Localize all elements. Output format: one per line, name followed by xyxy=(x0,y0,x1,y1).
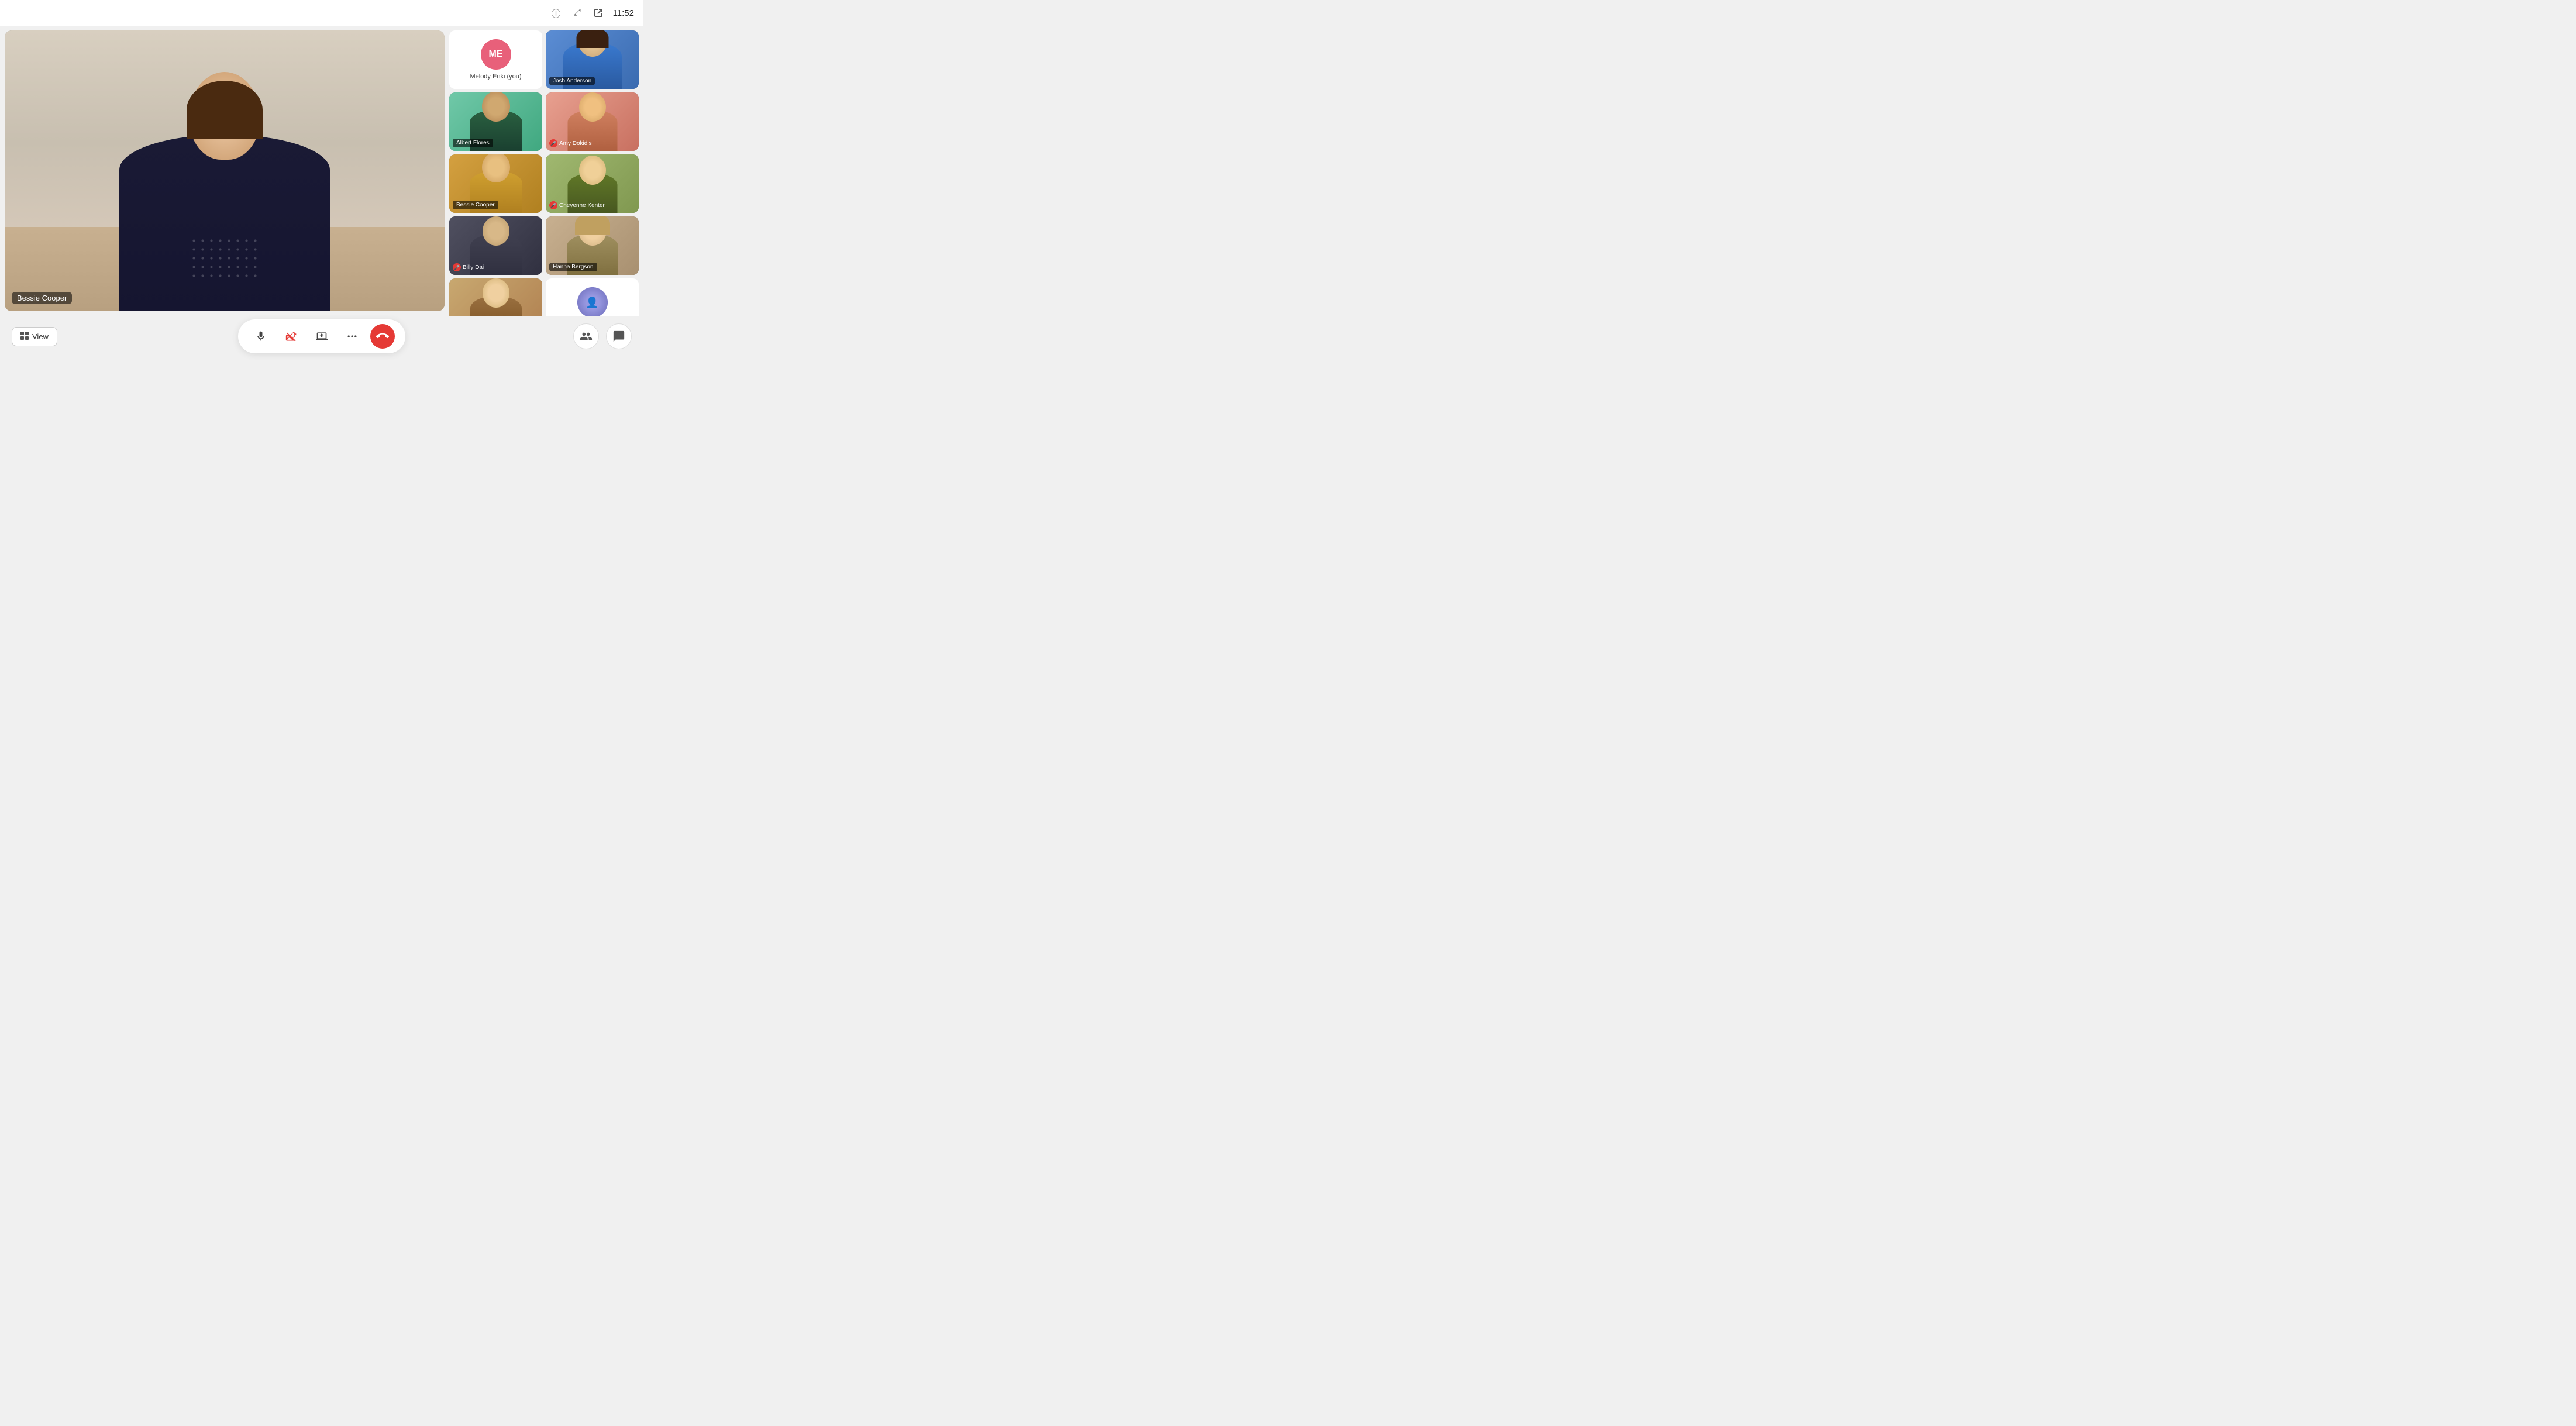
participant-melody-enki[interactable]: ME Melody Enki (you) xyxy=(449,30,542,89)
cheyenne-muted-overlay: 🎤 Cheyenne Kenter xyxy=(549,201,605,209)
melody-name: Melody Enki (you) xyxy=(470,73,521,80)
clock: 11:52 xyxy=(613,8,634,18)
amy-tile-label: Amy Dokidis xyxy=(559,140,592,147)
mic-button[interactable] xyxy=(249,324,273,349)
participant-hanna-bergson[interactable]: Hanna Bergson xyxy=(546,216,639,275)
sidebar: ME Melody Enki (you) Josh Anderson xyxy=(445,26,643,316)
josh-tile-label: Josh Anderson xyxy=(549,77,595,85)
billy-muted-icon: 🎤 xyxy=(453,263,461,271)
cheyenne-muted-icon: 🎤 xyxy=(549,201,557,209)
participant-albert-flores[interactable]: Albert Flores xyxy=(449,92,542,151)
info-icon[interactable]: ⓘ xyxy=(550,6,563,19)
participants-row-4: 🎤 Billy Dai Hanna Bergson xyxy=(449,216,639,275)
albert-tile-label: Albert Flores xyxy=(453,139,493,147)
bottom-left: View xyxy=(12,327,57,346)
participant-cheyenne-kenter-avatar[interactable]: 👤 🎤 Cheyenne Kenter xyxy=(546,278,639,316)
main-layout: Bessie Cooper ME Melody Enki (you) Jos xyxy=(0,26,643,316)
share-screen-button[interactable] xyxy=(309,324,334,349)
participant-billy-dai[interactable]: 🎤 Billy Dai xyxy=(449,216,542,275)
participants-row-2: Albert Flores 🎤 Amy Dokidis xyxy=(449,92,639,151)
participant-cheyenne-kenter-video[interactable]: 🎤 Cheyenne Kenter xyxy=(546,154,639,213)
participants-button[interactable] xyxy=(573,323,599,349)
chat-button[interactable] xyxy=(606,323,632,349)
view-button[interactable]: View xyxy=(12,327,57,346)
melody-avatar: ME xyxy=(481,39,511,70)
main-video-speaker-label: Bessie Cooper xyxy=(12,292,72,304)
camera-button[interactable] xyxy=(279,324,304,349)
amy-muted-overlay: 🎤 Amy Dokidis xyxy=(549,139,592,147)
bessie-tile-label: Bessie Cooper xyxy=(453,201,498,209)
billy-muted-overlay: 🎤 Billy Dai xyxy=(453,263,484,271)
participant-bessie-cooper[interactable]: Bessie Cooper xyxy=(449,154,542,213)
participants-row-3: Bessie Cooper 🎤 Cheyenne Kenter xyxy=(449,154,639,213)
kathryn-tile-bg xyxy=(449,278,542,316)
participants-row-5: Kathryn Murphy 👤 🎤 Cheyenne Kenter xyxy=(449,278,639,316)
participant-amy-dokidis[interactable]: 🎤 Amy Dokidis xyxy=(546,92,639,151)
participant-kathryn-murphy[interactable]: Kathryn Murphy xyxy=(449,278,542,316)
end-call-button[interactable] xyxy=(370,324,395,349)
main-video-bg xyxy=(5,30,445,311)
hanna-tile-label: Hanna Bergson xyxy=(549,263,597,271)
main-video: Bessie Cooper xyxy=(5,30,445,311)
amy-muted-icon: 🎤 xyxy=(549,139,557,147)
cheyenne-avatar-circle: 👤 xyxy=(577,287,608,316)
view-label: View xyxy=(32,332,49,341)
compress-icon[interactable]: ⤢ xyxy=(571,6,584,19)
bottom-bar: View xyxy=(0,316,643,357)
external-icon[interactable] xyxy=(592,6,605,19)
controls-center xyxy=(238,319,405,353)
view-grid-icon xyxy=(20,332,29,342)
more-options-button[interactable] xyxy=(340,324,364,349)
participants-row-1: ME Melody Enki (you) Josh Anderson xyxy=(449,30,639,89)
participant-josh-anderson[interactable]: Josh Anderson xyxy=(546,30,639,89)
cheyenne-video-tile-label: Cheyenne Kenter xyxy=(559,202,605,209)
top-bar: ⓘ ⤢ 11:52 xyxy=(0,0,643,26)
billy-tile-label: Billy Dai xyxy=(463,264,484,271)
bottom-right xyxy=(573,323,632,349)
